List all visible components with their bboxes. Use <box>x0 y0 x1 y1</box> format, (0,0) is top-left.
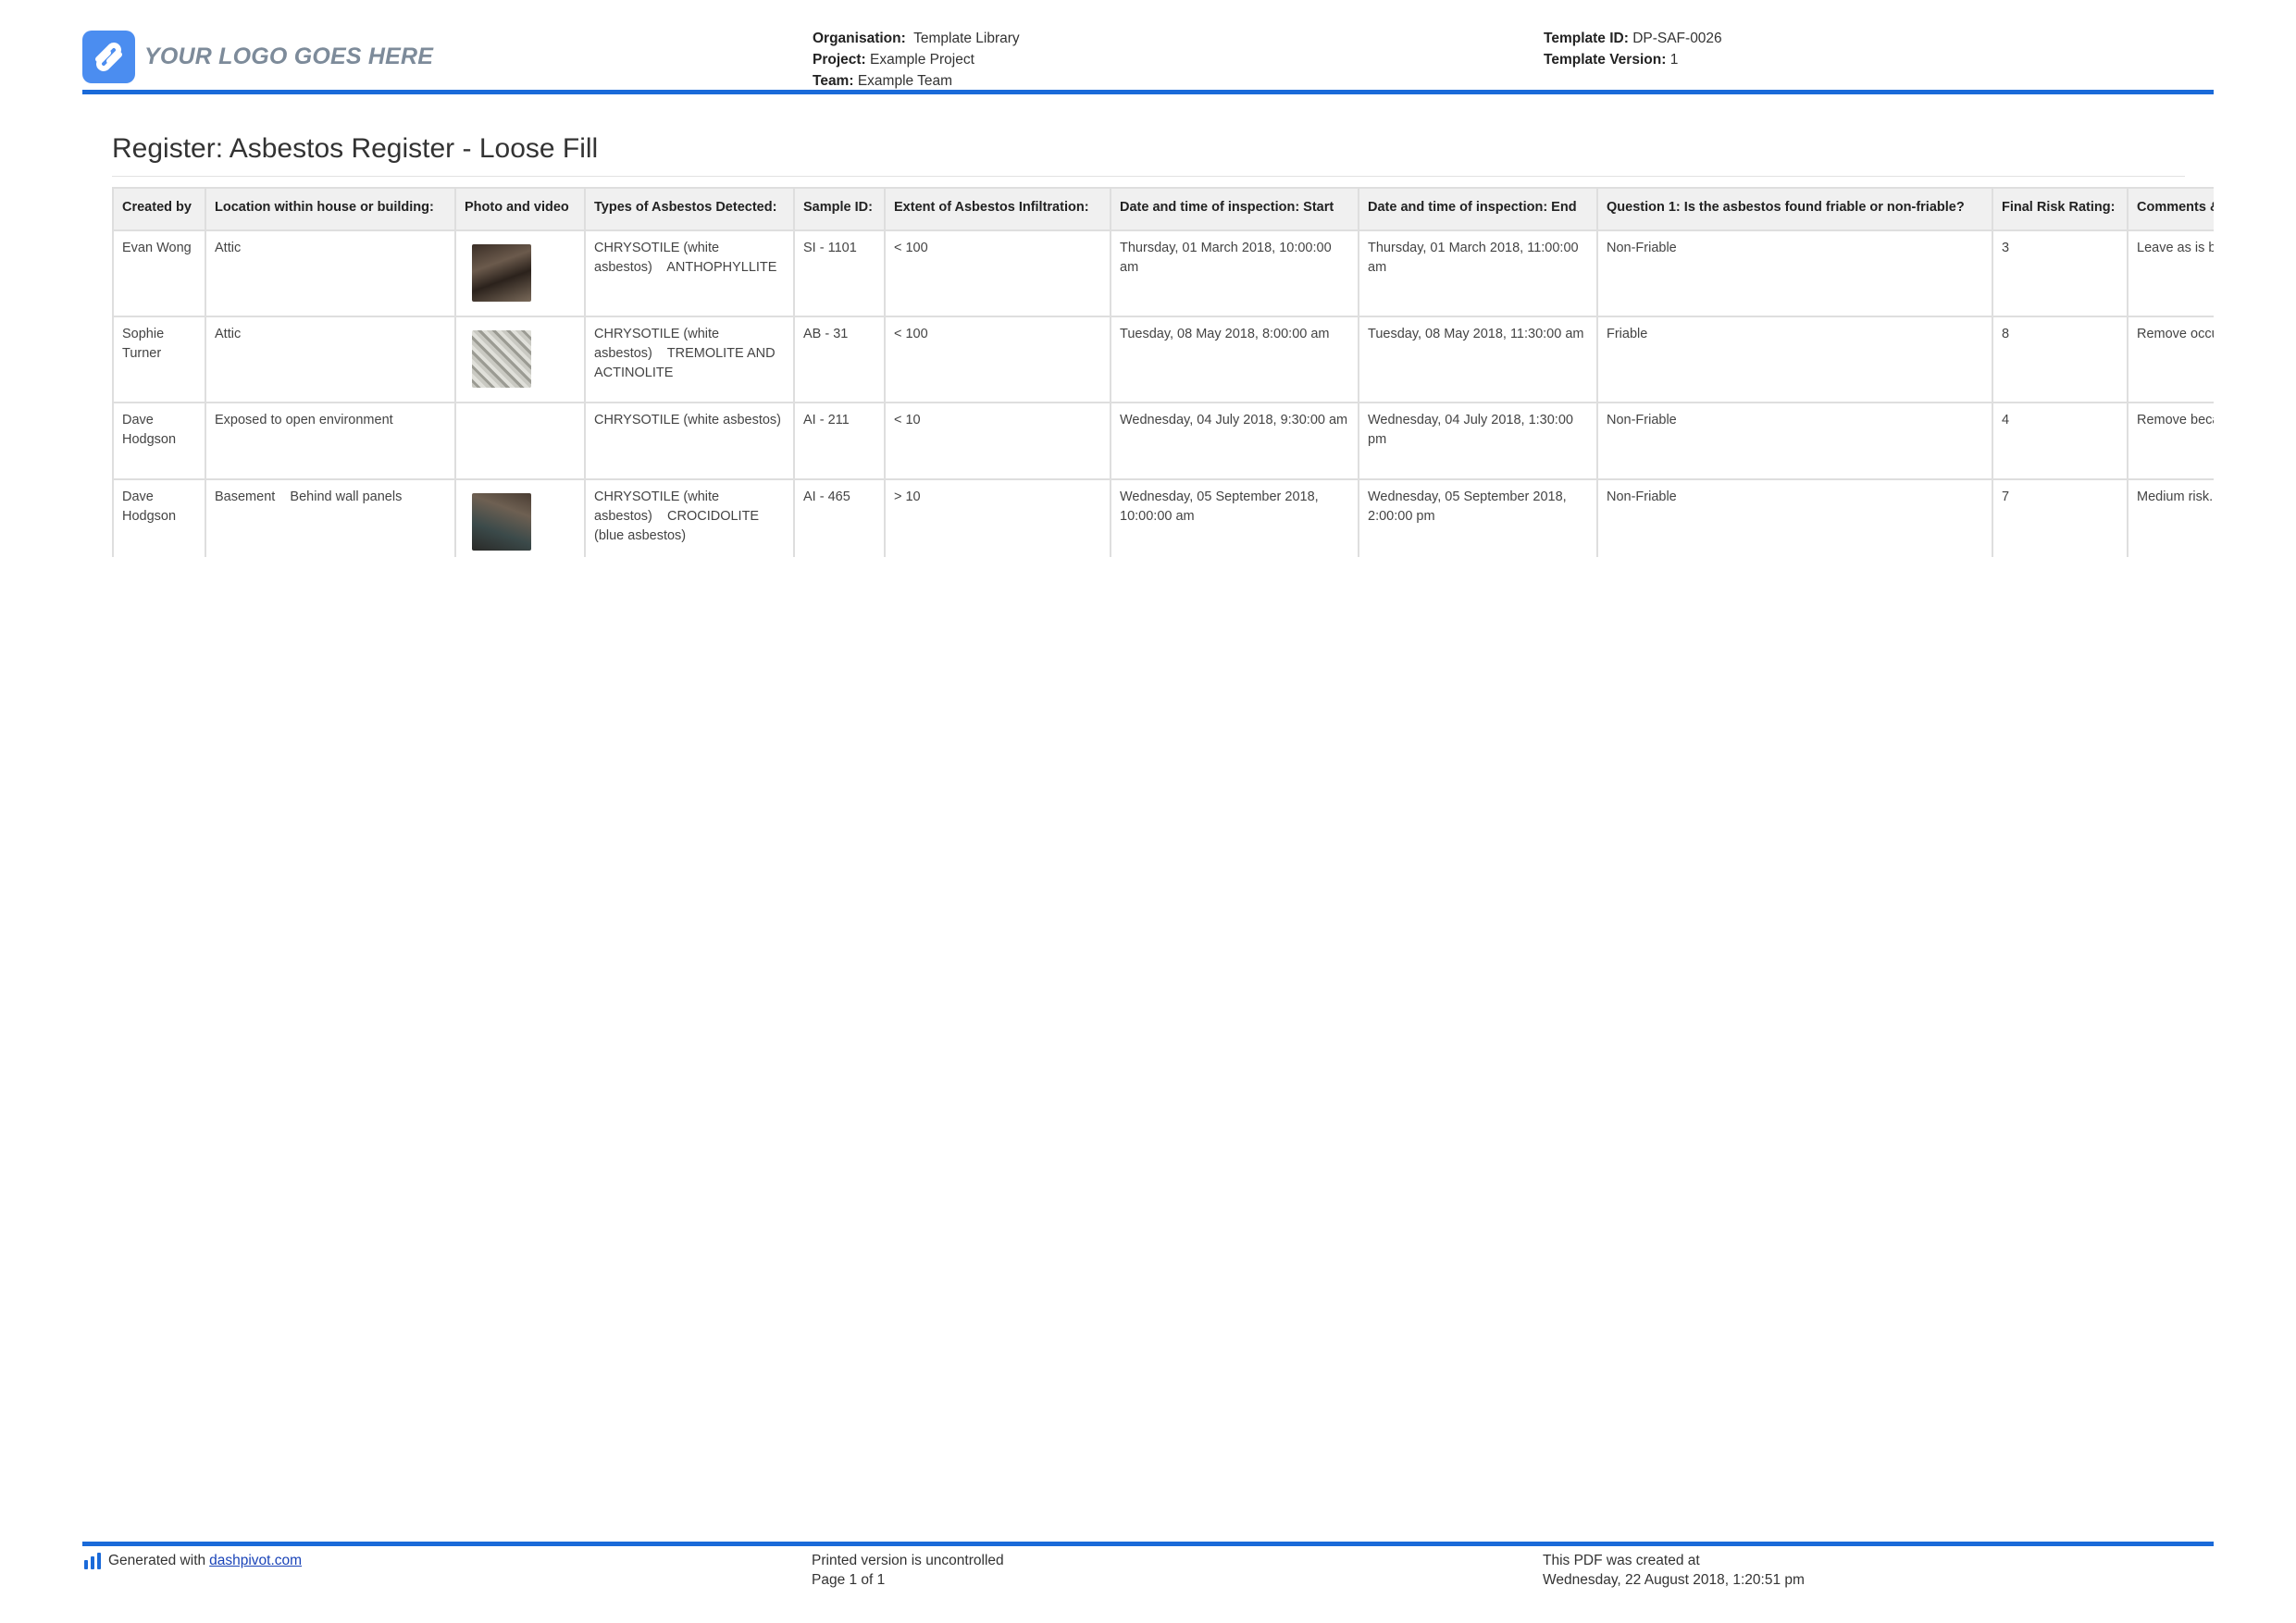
project-label: Project: <box>813 52 866 68</box>
template-id-value: DP-SAF-0026 <box>1632 31 1722 46</box>
risk-cell: 7 <box>1992 478 2128 557</box>
table-row: Dave Hodgson Basement Behind wall panels… <box>112 478 2214 557</box>
column-header: Created by <box>112 187 206 231</box>
generated-prefix: Generated with <box>108 1553 206 1568</box>
end-cell: Thursday, 01 March 2018, 11:00:00 am <box>1358 229 1598 317</box>
types-cell: CHRYSOTILE (white asbestos) TREMOLITE AN… <box>584 316 795 403</box>
sample-id-cell: AI - 465 <box>793 478 886 557</box>
column-header: Photo and video <box>454 187 586 231</box>
photo-cell <box>454 478 586 557</box>
friable-cell: Non-Friable <box>1596 229 1993 317</box>
start-cell: Tuesday, 08 May 2018, 8:00:00 am <box>1110 316 1359 403</box>
created-by-cell: Sophie Turner <box>112 316 206 403</box>
start-cell: Wednesday, 05 September 2018, 10:00:00 a… <box>1110 478 1359 557</box>
header-meta-template: Template ID: DP-SAF-0026 Template Versio… <box>1544 28 1722 70</box>
table-row: Evan Wong Attic CHRYSOTILE (white asbest… <box>112 229 2214 317</box>
types-cell: CHRYSOTILE (white asbestos) ANTHOPHYLLIT… <box>584 229 795 317</box>
title-divider <box>112 176 2185 177</box>
location-cell: Attic <box>205 229 456 317</box>
end-cell: Wednesday, 05 September 2018, 2:00:00 pm <box>1358 478 1598 557</box>
comments-cell: Remove beca environment <box>2127 402 2214 480</box>
column-header: Date and time of inspection: End <box>1358 187 1598 231</box>
risk-cell: 4 <box>1992 402 2128 480</box>
table-row: Sophie Turner Attic CHRYSOTILE (white as… <box>112 316 2214 403</box>
header-meta-organisation: Organisation: Template Library Project: … <box>813 28 1020 92</box>
photo-cell <box>454 229 586 317</box>
sample-id-cell: AB - 31 <box>793 316 886 403</box>
footer-generated: Generated with dashpivot.com <box>82 1551 302 1570</box>
types-cell: CHRYSOTILE (white asbestos) <box>584 402 795 480</box>
start-cell: Wednesday, 04 July 2018, 9:30:00 am <box>1110 402 1359 480</box>
bar-chart-icon <box>84 1552 101 1569</box>
comments-cell: Remove occu building and <box>2127 316 2214 403</box>
friable-cell: Non-Friable <box>1596 402 1993 480</box>
team-value: Example Team <box>857 73 953 89</box>
footer-uncontrolled: Printed version is uncontrolled Page 1 o… <box>812 1551 1004 1590</box>
extent-cell: < 100 <box>884 229 1111 317</box>
friable-cell: Non-Friable <box>1596 478 1993 557</box>
extent-cell: < 100 <box>884 316 1111 403</box>
created-by-cell: Dave Hodgson <box>112 402 206 480</box>
created-timestamp: Wednesday, 22 August 2018, 1:20:51 pm <box>1543 1572 1805 1588</box>
table-row: Dave Hodgson Exposed to open environment… <box>112 402 2214 480</box>
types-cell: CHRYSOTILE (white asbestos) CROCIDOLITE … <box>584 478 795 557</box>
photo-thumbnail[interactable] <box>472 330 531 388</box>
risk-cell: 8 <box>1992 316 2128 403</box>
header-rule <box>82 90 2214 94</box>
sample-id-cell: SI - 1101 <box>793 229 886 317</box>
footer-created: This PDF was created at Wednesday, 22 Au… <box>1543 1551 1805 1590</box>
column-header: Final Risk Rating: <box>1992 187 2128 231</box>
table-header-row: Created by Location within house or buil… <box>112 187 2214 231</box>
column-header: Question 1: Is the asbestos found friabl… <box>1596 187 1993 231</box>
end-cell: Wednesday, 04 July 2018, 1:30:00 pm <box>1358 402 1598 480</box>
friable-cell: Friable <box>1596 316 1993 403</box>
created-by-cell: Evan Wong <box>112 229 206 317</box>
photo-cell <box>454 402 586 480</box>
sample-id-cell: AI - 211 <box>793 402 886 480</box>
column-header: Location within house or building: <box>205 187 456 231</box>
page-title: Register: Asbestos Register - Loose Fill <box>112 133 599 164</box>
template-version-label: Template Version: <box>1544 52 1667 68</box>
logo-text: YOUR LOGO GOES HERE <box>144 43 434 69</box>
extent-cell: > 10 <box>884 478 1111 557</box>
footer-rule <box>82 1542 2214 1546</box>
team-label: Team: <box>813 73 854 89</box>
column-header: Date and time of inspection: Start <box>1110 187 1359 231</box>
register-table-container[interactable]: Created by Location within house or buil… <box>112 187 2214 557</box>
template-id-label: Template ID: <box>1544 31 1629 46</box>
organisation-value: Template Library <box>913 31 1020 46</box>
extent-cell: < 10 <box>884 402 1111 480</box>
page-header: YOUR LOGO GOES HERE Organisation: Templa… <box>82 26 2214 91</box>
start-cell: Thursday, 01 March 2018, 10:00:00 am <box>1110 229 1359 317</box>
column-header: Extent of Asbestos Infiltration: <box>884 187 1111 231</box>
organisation-label: Organisation: <box>813 31 906 46</box>
uncontrolled-notice: Printed version is uncontrolled <box>812 1553 1004 1568</box>
photo-cell <box>454 316 586 403</box>
end-cell: Tuesday, 08 May 2018, 11:30:00 am <box>1358 316 1598 403</box>
comments-cell: Medium risk. required. <box>2127 478 2214 557</box>
comments-cell: Leave as is bu 12 months <box>2127 229 2214 317</box>
type-entry: ANTHOPHYLLITE <box>666 260 777 275</box>
location-cell: Attic <box>205 316 456 403</box>
template-version-value: 1 <box>1669 52 1679 68</box>
risk-cell: 3 <box>1992 229 2128 317</box>
type-entry: CHRYSOTILE (white asbestos) <box>594 413 781 427</box>
location-cell: Basement Behind wall panels <box>205 478 456 557</box>
created-label: This PDF was created at <box>1543 1553 1700 1568</box>
logo: YOUR LOGO GOES HERE <box>82 31 433 83</box>
dashpivot-link[interactable]: dashpivot.com <box>209 1551 302 1570</box>
register-table: Created by Location within house or buil… <box>112 187 2214 557</box>
column-header: Comments & <box>2127 187 2214 231</box>
photo-thumbnail[interactable] <box>472 244 531 302</box>
location-cell: Exposed to open environment <box>205 402 456 480</box>
column-header: Types of Asbestos Detected: <box>584 187 795 231</box>
dashpivot-logo-icon <box>82 31 135 83</box>
location-entry: Behind wall panels <box>290 489 403 504</box>
created-by-cell: Dave Hodgson <box>112 478 206 557</box>
page-number: Page 1 of 1 <box>812 1572 886 1588</box>
photo-thumbnail[interactable] <box>472 493 531 551</box>
location-entry: Basement <box>215 489 276 504</box>
column-header: Sample ID: <box>793 187 886 231</box>
project-value: Example Project <box>870 52 974 68</box>
